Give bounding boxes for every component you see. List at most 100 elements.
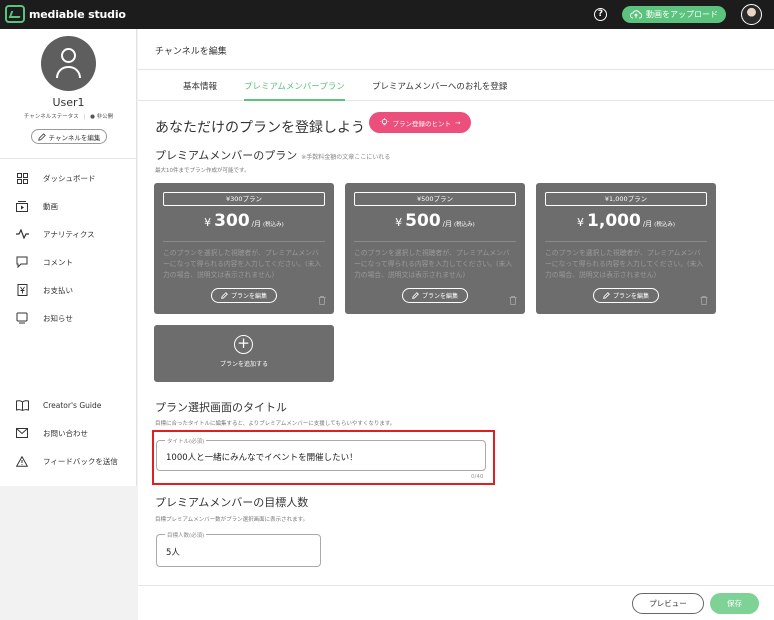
book-icon <box>15 399 29 411</box>
video-icon <box>15 200 29 212</box>
sidebar-item-label: Creator's Guide <box>43 400 102 410</box>
notice-icon <box>15 312 29 324</box>
plan-card: ¥500プラン ¥500/月 (税込み) このプランを選択した視聴者が、プレミアム… <box>345 183 525 314</box>
sidebar-item-comment[interactable]: コメント <box>15 254 73 270</box>
add-plan-card[interactable]: + プランを追加する <box>154 325 334 382</box>
plan-price: ¥300/月 (税込み) <box>204 211 284 231</box>
edit-plan-label: プランを編集 <box>612 293 649 300</box>
sidebar-item-video[interactable]: 動画 <box>15 198 58 214</box>
pencil-icon <box>412 292 419 299</box>
sidebar-item-label: ダッシュボード <box>43 173 96 183</box>
sidebar-item-contact[interactable]: お問い合わせ <box>15 425 88 441</box>
sidebar-item-label: お支払い <box>43 285 73 295</box>
plans-heading: プレミアムメンバーのプラン ※手数料金額の文章ここにいれる <box>155 147 390 163</box>
sidebar: User1 チャンネルステータス | ● 非公開 チャンネルを編集 ダッシュボー… <box>0 29 137 486</box>
plan-card: ¥1,000プラン ¥1,000/月 (税込み) このプランを選択した視聴者が、プ… <box>536 183 716 314</box>
channel-status-label: チャンネルステータス <box>23 114 79 120</box>
edit-plan-button[interactable]: プランを編集 <box>211 288 277 303</box>
plan-description: このプランを選択した視聴者が、プレミアムメンバーになって得られる内容を入力してく… <box>545 249 704 279</box>
sidebar-item-notice[interactable]: お知らせ <box>15 310 73 326</box>
edit-plan-label: プランを編集 <box>230 293 267 300</box>
title-section-heading: プラン選択画面のタイトル <box>155 401 287 414</box>
page-header: チャンネルを編集 <box>138 29 774 70</box>
plan-divider <box>354 241 516 242</box>
tab-premium-plan[interactable]: プレミアムメンバープラン <box>244 80 345 92</box>
sidebar-item-dashboard[interactable]: ダッシュボード <box>15 170 96 186</box>
dashboard-icon <box>15 172 29 184</box>
tab-bar: 基本情報 プレミアムメンバープラン プレミアムメンバーへのお礼を登録 <box>138 70 774 101</box>
plan-amount: 300 <box>214 211 250 231</box>
plan-description: このプランを選択した視聴者が、プレミアムメンバーになって得られる内容を入力してく… <box>163 249 322 279</box>
sidebar-item-payment[interactable]: お支払い <box>15 282 73 298</box>
target-count-value: 5人 <box>166 548 180 558</box>
target-count-label: 目標人数(必須) <box>165 531 207 539</box>
trash-icon[interactable] <box>318 296 326 305</box>
plan-name: ¥1,000プラン <box>545 192 707 206</box>
active-tab-indicator <box>244 99 345 101</box>
account-avatar[interactable] <box>741 4 762 25</box>
target-count-input[interactable]: 目標人数(必須) 5人 <box>156 531 321 567</box>
sidebar-item-label: コメント <box>43 257 73 267</box>
pencil-icon <box>221 292 228 299</box>
add-plan-label: プランを追加する <box>219 361 268 368</box>
plan-amount: 1,000 <box>587 211 641 231</box>
sidebar-item-label: お知らせ <box>43 313 73 323</box>
user-icon <box>61 48 76 63</box>
cloud-upload-icon <box>630 10 642 19</box>
payment-icon <box>15 284 29 296</box>
channel-status-value: 非公開 <box>96 114 114 120</box>
top-bar: mediable studio ? 動画をアップロード <box>0 0 774 29</box>
plan-price: ¥1,000/月 (税込み) <box>577 211 675 231</box>
plan-card: ¥300プラン ¥300/月 (税込み) このプランを選択した視聴者が、プレミアム… <box>154 183 334 314</box>
analytics-icon <box>15 228 29 240</box>
save-button[interactable]: 保存 <box>710 593 759 614</box>
upload-video-button[interactable]: 動画をアップロード <box>622 6 726 23</box>
plans-fee-note: ※手数料金額の文章ここにいれる <box>301 154 391 161</box>
tab-premium-thanks[interactable]: プレミアムメンバーへのお礼を登録 <box>372 80 507 92</box>
plan-divider <box>163 241 325 242</box>
trash-icon[interactable] <box>509 296 517 305</box>
pencil-icon <box>37 132 46 141</box>
logo-text: mediable studio <box>29 7 126 21</box>
channel-username: User1 <box>52 96 85 109</box>
edit-plan-label: プランを編集 <box>421 293 458 300</box>
plan-description: このプランを選択した視聴者が、プレミアムメンバーになって得られる内容を入力してく… <box>354 249 513 279</box>
help-icon[interactable]: ? <box>594 8 607 21</box>
highlight-box <box>152 430 495 485</box>
edit-plan-button[interactable]: プランを編集 <box>402 288 468 303</box>
warning-icon <box>15 455 29 467</box>
tab-basic-info[interactable]: 基本情報 <box>183 80 217 92</box>
channel-status: チャンネルステータス | ● 非公開 <box>23 114 114 120</box>
logo-icon <box>5 5 25 23</box>
sidebar-item-creators-guide[interactable]: Creator's Guide <box>15 397 101 413</box>
plan-hint-button[interactable]: プラン登録のヒント → <box>369 112 471 133</box>
plan-name: ¥300プラン <box>163 192 325 206</box>
plan-name: ¥500プラン <box>354 192 516 206</box>
arrow-right-icon: → <box>455 118 461 127</box>
trash-icon[interactable] <box>700 296 708 305</box>
sidebar-item-label: お問い合わせ <box>43 428 88 438</box>
plus-icon: + <box>234 335 253 354</box>
preview-button[interactable]: プレビュー <box>632 593 704 614</box>
sidebar-item-label: フィードバックを送信 <box>43 456 118 466</box>
edit-channel-button[interactable]: チャンネルを編集 <box>31 129 107 144</box>
main-heading: あなただけのプランを登録しよう <box>155 120 365 136</box>
target-section-description: 目標プレミアムメンバー数がプラン選択画面に表示されます。 <box>155 517 309 523</box>
edit-plan-button[interactable]: プランを編集 <box>593 288 659 303</box>
sidebar-item-label: 動画 <box>43 201 58 211</box>
sidebar-item-feedback[interactable]: フィードバックを送信 <box>15 453 118 469</box>
status-dot-icon: ● <box>90 114 95 120</box>
channel-avatar <box>41 36 96 91</box>
lightbulb-icon <box>379 118 389 126</box>
sidebar-item-label: アナリティクス <box>43 229 95 239</box>
logo[interactable]: mediable studio <box>5 5 126 23</box>
sidebar-divider <box>0 158 137 159</box>
pencil-icon <box>603 292 610 299</box>
plan-divider <box>545 241 707 242</box>
plans-heading-text: プレミアムメンバーのプラン <box>155 149 298 162</box>
plan-hint-label: プラン登録のヒント <box>392 119 452 128</box>
upload-video-label: 動画をアップロード <box>646 10 718 19</box>
sidebar-item-analytics[interactable]: アナリティクス <box>15 226 95 242</box>
footer-bar: プレビュー 保存 <box>138 585 774 620</box>
title-section-description: 目標に合ったタイトルに編集すると、よりプレミアムメンバーに支援してもらいやすくな… <box>155 421 396 427</box>
